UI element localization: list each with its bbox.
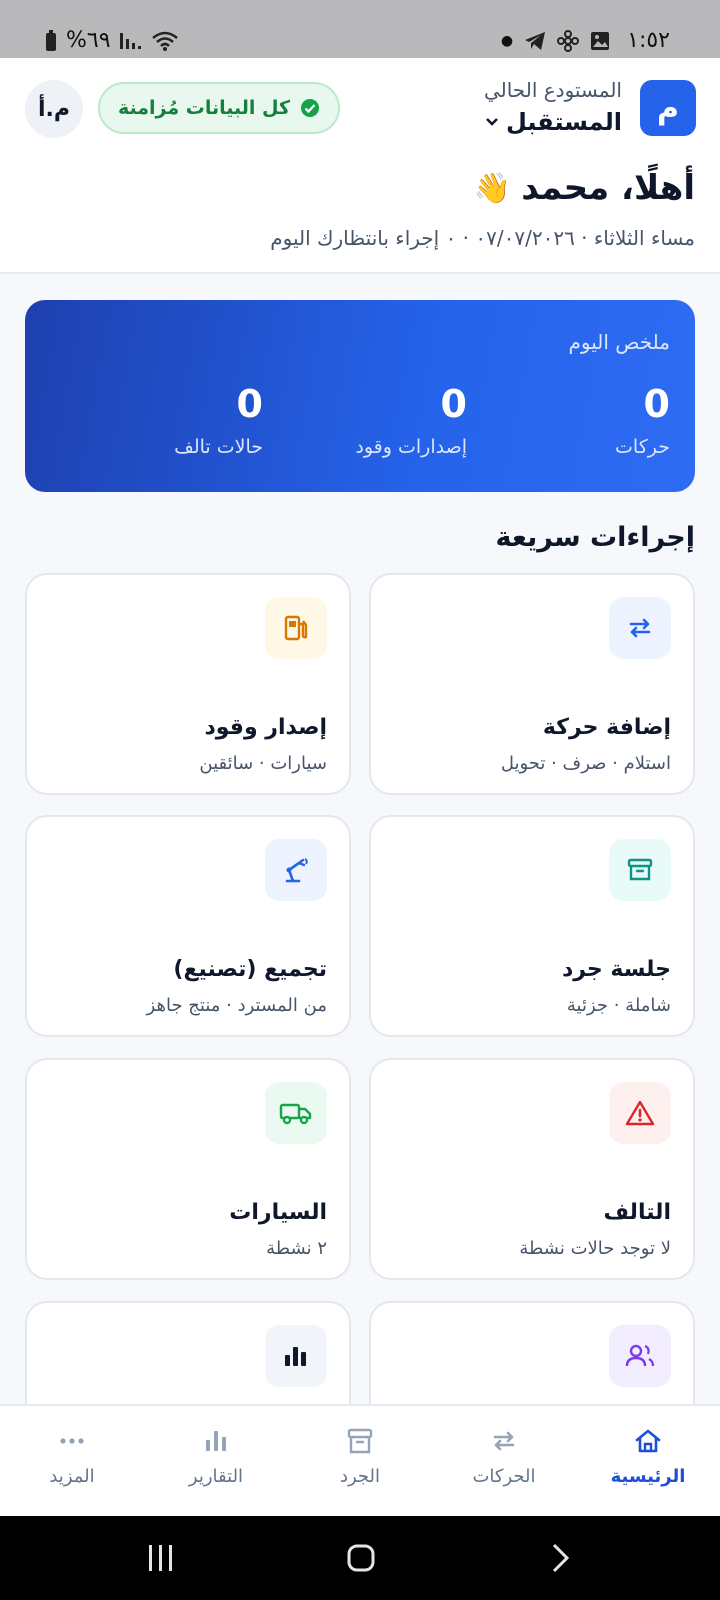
card-title: التالف: [603, 1200, 671, 1225]
back-icon[interactable]: [548, 1542, 572, 1574]
warehouse-label: المستودع الحالي: [483, 78, 622, 102]
card-subtitle: سيارات · سائقين: [199, 753, 327, 774]
warehouse-value: المستقبل: [505, 108, 622, 136]
signal-icon: [119, 32, 141, 49]
archive-box-icon: [288, 1424, 432, 1458]
card-title: إضافة حركة: [542, 715, 671, 740]
card-assembly[interactable]: تجميع (تصنيع) من المسترد · منتج جاهز: [25, 815, 351, 1037]
recent-apps-icon[interactable]: [146, 1542, 176, 1574]
nav-label: الجرد: [339, 1466, 381, 1487]
pinwheel-icon: [557, 29, 580, 52]
sync-status-text: كل البيانات مُزامنة: [117, 97, 291, 119]
app-logo: م: [640, 80, 696, 136]
status-left: %٦٩: [44, 28, 179, 53]
card-subtitle: استلام · صرف · تحويل: [500, 753, 671, 774]
card-add-movement[interactable]: إضافة حركة استلام · صرف · تحويل: [369, 573, 695, 795]
home-button-icon[interactable]: [346, 1542, 376, 1574]
robot-arm-icon: [265, 839, 327, 901]
greeting-text: أهلًا، محمد: [521, 168, 695, 208]
truck-icon: [265, 1082, 327, 1144]
today-summary-card: ملخص اليوم 0 حركات 0 إصدارات وقود 0 حالا…: [25, 300, 695, 492]
greeting-subline: مساء الثلاثاء · ٠٧/٠٧/٢٠٢٦ · ٠ إجراء بان…: [270, 226, 695, 250]
card-subtitle: لا توجد حالات نشطة: [519, 1238, 671, 1259]
card-damaged[interactable]: التالف لا توجد حالات نشطة: [369, 1058, 695, 1280]
warning-triangle-icon: [609, 1082, 671, 1144]
archive-box-icon: [609, 839, 671, 901]
card-fuel-issue[interactable]: إصدار وقود سيارات · سائقين: [25, 573, 351, 795]
system-nav-bar: [0, 1516, 720, 1600]
user-avatar[interactable]: م.أ: [25, 80, 83, 138]
stat-value: 0: [236, 382, 263, 426]
greeting: أهلًا، محمد 👋: [474, 168, 695, 208]
dot-icon: ●: [500, 32, 514, 49]
telegram-icon: [525, 31, 546, 50]
chevron-down-icon: [486, 118, 498, 126]
battery-percent: %٦٩: [66, 28, 111, 53]
transfer-arrows-icon: [432, 1424, 576, 1458]
stat-label: إصدارات وقود: [355, 436, 467, 458]
sync-status-badge[interactable]: كل البيانات مُزامنة: [98, 82, 340, 134]
clock: ١:٥٢: [627, 28, 670, 53]
wifi-icon: [151, 31, 178, 51]
nav-label: التقارير: [188, 1466, 244, 1487]
check-circle-icon: [301, 99, 320, 117]
transfer-arrows-icon: [609, 597, 671, 659]
status-right: ● ١:٥٢: [501, 28, 670, 53]
stat-movements: 0 حركات: [615, 382, 670, 458]
card-title: تجميع (تصنيع): [173, 957, 327, 982]
nav-movements[interactable]: الحركات: [432, 1424, 576, 1487]
card-subtitle: ٢ نشطة: [266, 1238, 327, 1259]
nav-home[interactable]: الرئيسية: [576, 1424, 720, 1487]
more-dots-icon: [0, 1424, 144, 1458]
gallery-icon: [591, 31, 610, 50]
quick-actions-title: إجراءات سريعة: [495, 522, 695, 553]
bar-chart-icon: [265, 1325, 327, 1387]
nav-reports[interactable]: التقارير: [144, 1424, 288, 1487]
stat-label: حالات تالف: [174, 436, 263, 458]
card-subtitle: من المسترد · منتج جاهز: [146, 995, 327, 1016]
nav-label: الحركات: [472, 1466, 536, 1487]
status-bar: %٦٩ ● ١:٥٢: [0, 0, 720, 58]
nav-stocktake[interactable]: الجرد: [288, 1424, 432, 1487]
card-stocktake-session[interactable]: جلسة جرد شاملة · جزئية: [369, 815, 695, 1037]
waving-hand-icon: 👋: [473, 170, 512, 206]
nav-more[interactable]: المزيد: [0, 1424, 144, 1487]
stat-value: 0: [643, 382, 670, 426]
bottom-nav: الرئيسية الحركات الجرد التقارير المزيد: [0, 1404, 720, 1516]
card-title: جلسة جرد: [561, 957, 671, 982]
bar-chart-icon: [144, 1424, 288, 1458]
battery-icon: [46, 29, 56, 51]
card-title: السيارات: [229, 1200, 327, 1225]
fuel-pump-icon: [265, 597, 327, 659]
users-icon: [609, 1325, 671, 1387]
summary-title: ملخص اليوم: [568, 330, 670, 354]
nav-label: الرئيسية: [610, 1466, 686, 1487]
nav-label: المزيد: [49, 1466, 95, 1487]
stat-damage-cases: 0 حالات تالف: [174, 382, 263, 458]
stat-label: حركات: [615, 436, 670, 458]
card-subtitle: شاملة · جزئية: [566, 995, 671, 1016]
warehouse-selector[interactable]: المستقبل: [484, 108, 622, 136]
stat-value: 0: [440, 382, 467, 426]
home-icon: [576, 1424, 720, 1458]
card-title: إصدار وقود: [204, 715, 327, 740]
stat-fuel-issues: 0 إصدارات وقود: [355, 382, 467, 458]
card-vehicles[interactable]: السيارات ٢ نشطة: [25, 1058, 351, 1280]
